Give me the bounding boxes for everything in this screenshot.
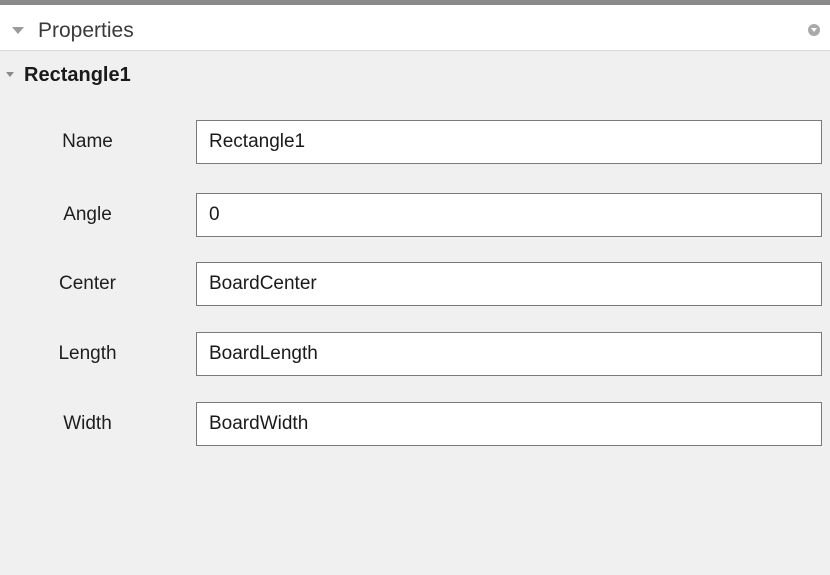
section-collapse-icon[interactable] <box>6 72 14 77</box>
panel-title: Properties <box>38 19 134 42</box>
collapse-triangle-icon[interactable] <box>12 27 24 34</box>
angle-field[interactable] <box>196 193 822 237</box>
property-row-center: Center <box>0 262 830 306</box>
property-label-width: Width <box>63 413 112 434</box>
property-row-angle: Angle <box>0 193 830 237</box>
length-field[interactable] <box>196 332 822 376</box>
name-field[interactable] <box>196 120 822 164</box>
property-row-length: Length <box>0 332 830 376</box>
property-label-center: Center <box>58 273 117 294</box>
property-label-name: Name <box>62 131 113 152</box>
property-row-width: Width <box>0 402 830 446</box>
property-label-length: Length <box>58 343 117 364</box>
center-field[interactable] <box>196 262 822 306</box>
section-header-rectangle1[interactable]: Rectangle1 <box>0 60 830 90</box>
panel-options-icon[interactable] <box>808 24 820 36</box>
properties-panel-header[interactable]: Properties <box>0 5 830 51</box>
property-row-name: Name <box>0 120 830 164</box>
width-field[interactable] <box>196 402 822 446</box>
property-label-angle: Angle <box>63 204 112 225</box>
section-title: Rectangle1 <box>24 64 131 86</box>
